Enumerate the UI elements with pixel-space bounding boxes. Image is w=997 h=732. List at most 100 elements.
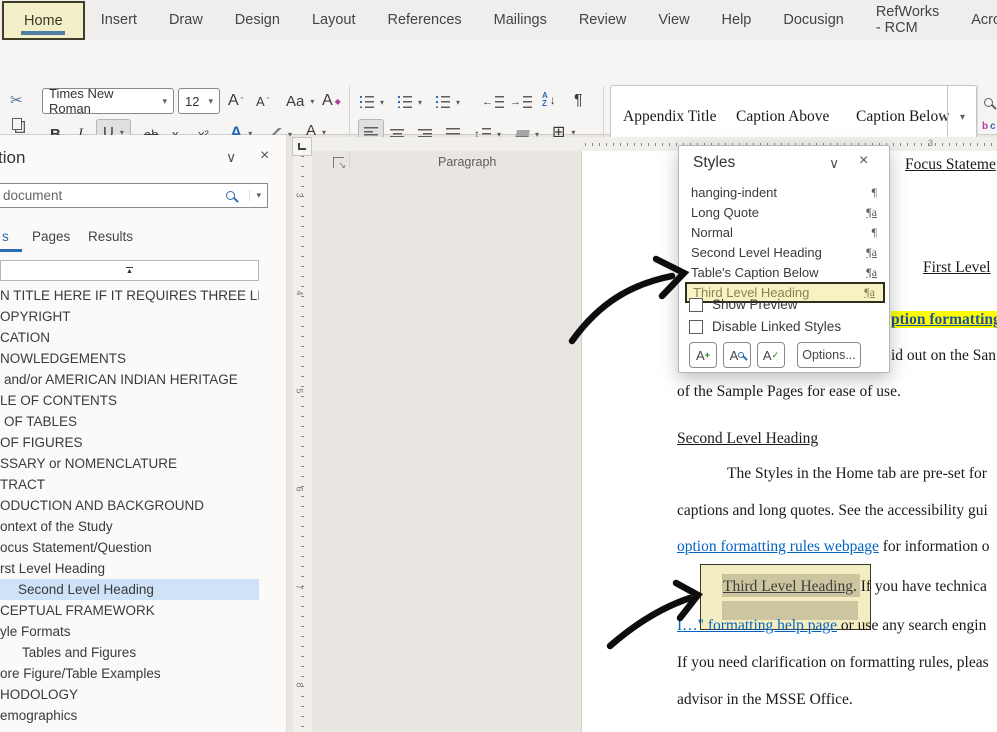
manage-styles-button[interactable]: A✓ [757, 342, 785, 368]
doc-line[interactable]: advisor in the MSSE Office. [677, 691, 853, 709]
doc-heading-first-level[interactable]: First Level [923, 259, 991, 277]
ribbon-tab-bar: Home Insert Draw Design Layout Reference… [0, 0, 997, 40]
nav-heading-item[interactable]: HODOLOGY [0, 684, 259, 705]
nav-heading-item[interactable]: reatment [0, 726, 259, 732]
nav-heading-item[interactable]: ore Figure/Table Examples [0, 663, 259, 684]
search-input[interactable] [0, 188, 226, 203]
doc-line[interactable]: of the Sample Pages for ease of use. [677, 383, 901, 401]
nav-heading-item[interactable]: CATION [0, 327, 259, 348]
nav-tab-results[interactable]: Results [88, 229, 133, 244]
tab-docusign[interactable]: Docusign [767, 0, 859, 40]
tab-stop-selector[interactable] [292, 137, 312, 156]
nav-heading-item[interactable]: OPYRIGHT [0, 306, 259, 327]
tab-refworks[interactable]: RefWorks - RCM [860, 0, 955, 40]
tab-insert[interactable]: Insert [85, 0, 153, 40]
nav-heading-item[interactable]: ocus Statement/Question [0, 537, 259, 558]
nav-heading-item[interactable]: and/or AMERICAN INDIAN HERITAGE [0, 369, 259, 390]
doc-line[interactable]: If you need clarification on formatting … [677, 654, 989, 672]
nav-heading-item[interactable]: emographics [0, 705, 259, 726]
font-size-combo[interactable]: 12 ▾ [178, 88, 220, 114]
tab-draw[interactable]: Draw [153, 0, 219, 40]
ruler-number: 8 [295, 682, 305, 687]
hyperlink-option-rules[interactable]: option formatting rules webpage [677, 538, 879, 555]
nav-heading-item[interactable]: NOWLEDGEMENTS [0, 348, 259, 369]
style-item-hanging-indent[interactable]: hanging-indent ¶ [679, 182, 891, 202]
find-button[interactable] [984, 90, 993, 114]
styles-panel-title: Styles [693, 154, 735, 172]
nav-heading-item[interactable]: TRACT [0, 474, 259, 495]
horizontal-ruler[interactable]: 3 [312, 137, 997, 151]
tab-design[interactable]: Design [219, 0, 296, 40]
vertical-ruler[interactable]: 3 4 5 6 7 8 [293, 156, 312, 732]
nav-tab-pages[interactable]: Pages [32, 229, 70, 244]
third-level-heading-text[interactable]: Third Level Heading [723, 578, 853, 595]
jump-to-top-icon: ▲ [126, 267, 133, 275]
jump-to-top-button[interactable]: ▲ [0, 260, 259, 281]
nav-heading-item[interactable]: N TITLE HERE IF IT REQUIRES THREE LINES.… [0, 285, 259, 306]
pilcrow-icon: ¶ [574, 92, 583, 110]
nav-heading-item[interactable]: ODUCTION AND BACKGROUND [0, 495, 259, 516]
style-item-second-level-heading[interactable]: Second Level Heading ¶a [679, 242, 891, 262]
clear-formatting-button[interactable]: A◆ [322, 89, 341, 113]
style-inspector-button[interactable]: A [723, 342, 751, 368]
nav-heading-item[interactable]: rst Level Heading [0, 558, 259, 579]
nav-heading-item[interactable]: ontext of the Study [0, 516, 259, 537]
font-dialog-launcher[interactable]: ↘ [333, 157, 344, 168]
grow-font-button[interactable]: Aˆ [228, 89, 244, 113]
multilevel-list-button[interactable]: ▾ [436, 90, 460, 114]
search-icon[interactable] [226, 191, 235, 200]
font-name-combo[interactable]: Times New Roman ▾ [42, 88, 174, 114]
tab-acrobat[interactable]: Acrobat [955, 0, 997, 40]
shrink-font-button[interactable]: Aˇ [256, 89, 270, 113]
tab-references[interactable]: References [371, 0, 477, 40]
doc-line[interactable]: captions and long quotes. See the access… [677, 502, 988, 520]
cut-icon[interactable]: ✂ [10, 88, 23, 112]
nav-tab-headings[interactable]: s [2, 229, 9, 244]
nav-heading-item[interactable]: SSARY or NOMENCLATURE [0, 453, 259, 474]
linked-style-icon: ¶a [866, 245, 877, 260]
sort-button[interactable]: AZ ↓ [542, 88, 556, 112]
nav-heading-item[interactable]: CEPTUAL FRAMEWORK [0, 600, 259, 621]
replace-button[interactable]: bc [982, 114, 996, 138]
hyperlink-help-page[interactable]: I…" formatting help page [677, 617, 837, 634]
tab-mailings[interactable]: Mailings [478, 0, 563, 40]
panel-close-button[interactable]: × [859, 152, 868, 170]
nav-heading-item-selected[interactable]: Second Level Heading [0, 579, 259, 600]
pilcrow-icon: ¶ [872, 185, 877, 200]
style-item-tables-caption-below[interactable]: Table's Caption Below ¶a [679, 262, 891, 282]
tab-view[interactable]: View [642, 0, 705, 40]
tab-review[interactable]: Review [563, 0, 643, 40]
style-item-normal[interactable]: Normal ¶ [679, 222, 891, 242]
change-case-button[interactable]: Aa▾ [286, 89, 314, 113]
doc-line[interactable]: The Styles in the Home tab are pre-set f… [727, 465, 987, 483]
panel-collapse-button[interactable]: ∨ [829, 155, 839, 172]
nav-heading-item[interactable]: yle Formats [0, 621, 259, 642]
doc-heading-focus[interactable]: Focus Stateme [905, 156, 996, 174]
tab-layout[interactable]: Layout [296, 0, 372, 40]
nav-heading-item[interactable]: Tables and Figures [0, 642, 259, 663]
doc-heading-second-level[interactable]: Second Level Heading [677, 430, 818, 448]
nav-heading-item[interactable]: OF TABLES [0, 411, 259, 432]
show-paragraph-marks-button[interactable]: ¶ [574, 89, 583, 113]
tab-home[interactable]: Home [2, 1, 85, 40]
numbering-button[interactable]: ▾ [398, 90, 422, 114]
nav-close-button[interactable]: × [260, 147, 269, 165]
increase-indent-button[interactable]: → [510, 90, 532, 114]
options-button[interactable]: Options... [797, 342, 861, 368]
doc-line[interactable]: id out on the San [891, 347, 996, 365]
style-item-long-quote[interactable]: Long Quote ¶a [679, 202, 891, 222]
bullets-button[interactable]: ▾ [360, 90, 384, 114]
tab-help[interactable]: Help [706, 0, 768, 40]
search-options-dropdown[interactable]: ▾ [249, 190, 261, 201]
nav-heading-item[interactable]: OF FIGURES [0, 432, 259, 453]
new-style-button[interactable]: A+ [689, 342, 717, 368]
nav-heading-item[interactable]: LE OF CONTENTS [0, 390, 259, 411]
nav-search-box[interactable]: ▾ [0, 183, 268, 208]
nav-active-tab-underline [0, 249, 22, 252]
copy-icon[interactable] [12, 112, 22, 136]
show-preview-checkbox[interactable] [689, 298, 703, 312]
nav-collapse-button[interactable]: ∨ [226, 149, 236, 166]
decrease-indent-button[interactable]: ← [482, 90, 504, 114]
disable-linked-styles-checkbox[interactable] [689, 320, 703, 334]
doc-line-highlighted-link[interactable]: ption formatting [891, 311, 997, 329]
